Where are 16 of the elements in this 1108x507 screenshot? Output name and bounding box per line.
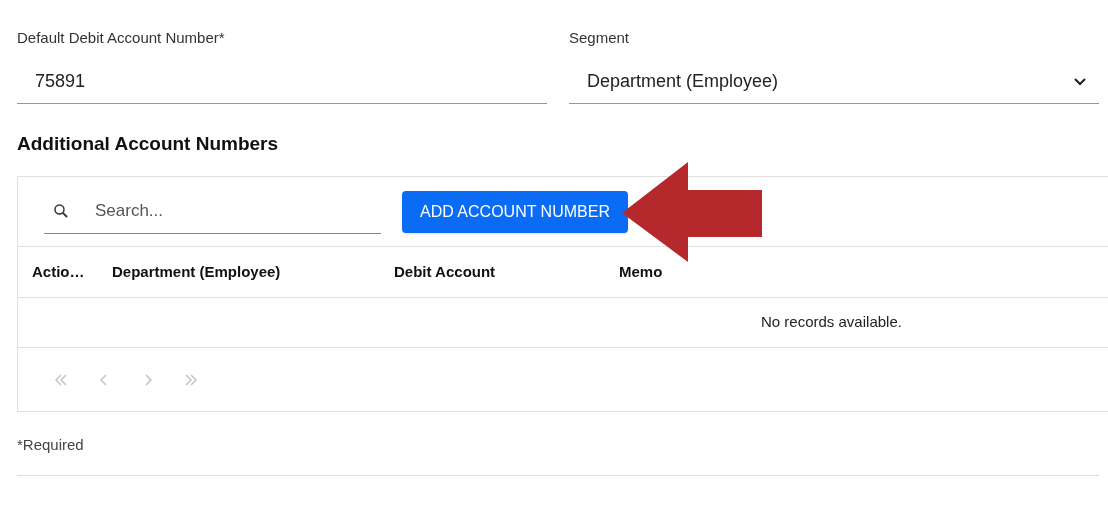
column-header[interactable]: Debit Account bbox=[394, 262, 496, 280]
required-note: *Required bbox=[17, 435, 84, 455]
field-label: Default Debit Account Number* bbox=[17, 28, 225, 48]
empty-message: No records available. bbox=[761, 312, 902, 333]
arrow-icon bbox=[622, 162, 763, 262]
column-header[interactable]: Memo bbox=[619, 262, 663, 280]
field-label: Segment bbox=[569, 28, 630, 48]
search-field[interactable]: Search... bbox=[95, 198, 365, 224]
search-icon bbox=[52, 202, 70, 220]
chevron-down-icon bbox=[1073, 77, 1087, 86]
add-account-number-button[interactable]: ADD ACCOUNT NUMBER bbox=[402, 190, 628, 233]
column-header[interactable]: Actio… bbox=[32, 262, 85, 280]
segment-dropdown[interactable]: Department (Employee) bbox=[569, 60, 1099, 104]
account-number-field[interactable]: 75891 bbox=[17, 60, 547, 104]
column-header[interactable]: Department (Employee) bbox=[112, 262, 281, 280]
section-heading: Additional Account Numbers bbox=[17, 132, 279, 156]
